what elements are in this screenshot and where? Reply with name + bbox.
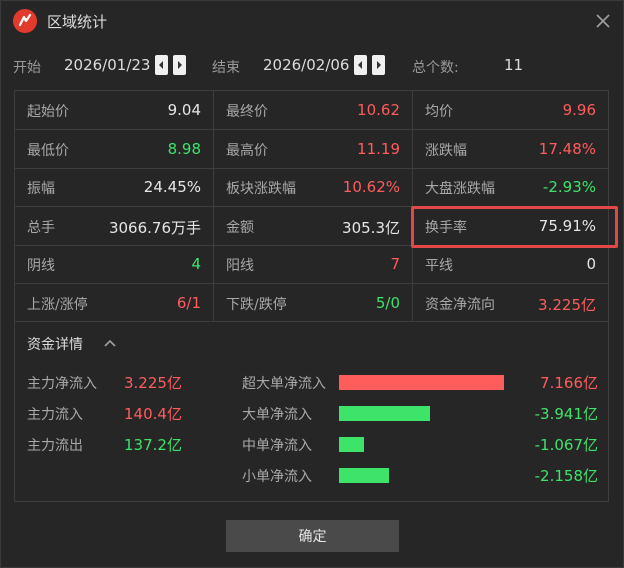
caret-right-icon bbox=[178, 61, 182, 69]
caret-left-icon bbox=[159, 61, 163, 69]
count-label: 总个数: bbox=[412, 60, 459, 76]
stat-cell: 最高价 11.19 bbox=[214, 130, 413, 169]
stat-label: 振幅 bbox=[27, 181, 55, 197]
fund-label: 主力净流入 bbox=[27, 376, 97, 392]
start-label: 开始 bbox=[13, 60, 41, 76]
flow-value: -3.941亿 bbox=[534, 405, 598, 423]
stat-cell: 大盘涨跌幅 -2.93% bbox=[413, 168, 608, 207]
stat-cell: 平线 0 bbox=[413, 245, 608, 284]
stat-label: 最终价 bbox=[226, 104, 268, 120]
stat-value: 24.45% bbox=[143, 178, 201, 196]
stats-panel: 起始价 9.04 最终价 10.62 均价 9.96 最低价 8.98 最高价 11.19 涨跌幅 1… bbox=[14, 90, 618, 502]
stat-value: 9.04 bbox=[167, 101, 201, 119]
stat-value: 75.91% bbox=[538, 217, 596, 235]
start-next-button[interactable] bbox=[173, 55, 186, 75]
stat-label: 大盘涨跌幅 bbox=[425, 181, 495, 197]
fund-label: 主力流入 bbox=[27, 407, 83, 423]
stat-cell: 阴线 4 bbox=[15, 245, 214, 284]
stat-cell: 阳线 7 bbox=[214, 245, 413, 284]
stat-label: 平线 bbox=[425, 258, 453, 274]
stat-value: 4 bbox=[191, 255, 201, 273]
stat-label: 阴线 bbox=[27, 258, 55, 274]
flow-value: 7.166亿 bbox=[540, 374, 598, 392]
stat-label: 下跌/跌停 bbox=[226, 297, 287, 313]
flow-label: 中单净流入 bbox=[242, 438, 312, 454]
stat-label: 均价 bbox=[425, 104, 453, 120]
app-logo-icon bbox=[13, 9, 37, 33]
start-date: 2026/01/23 bbox=[64, 56, 151, 74]
stat-value: -2.93% bbox=[542, 178, 596, 196]
flow-value: -2.158亿 bbox=[534, 467, 598, 485]
stat-cell: 总手 3066.76万手 bbox=[15, 207, 214, 246]
stat-cell: 上涨/涨停 6/1 bbox=[15, 284, 214, 322]
stat-value: 8.98 bbox=[167, 140, 201, 158]
flow-label: 超大单净流入 bbox=[242, 376, 326, 392]
stat-cell: 起始价 9.04 bbox=[15, 91, 214, 130]
stat-label: 总手 bbox=[27, 220, 55, 236]
flow-value: -1.067亿 bbox=[534, 436, 598, 454]
region-stats-dialog: 区域统计 开始 2026/01/23 结束 2026/02/06 总个数: 11… bbox=[0, 0, 624, 568]
caret-right-icon bbox=[377, 61, 381, 69]
fund-value: 140.4亿 bbox=[124, 405, 182, 423]
stat-value: 10.62% bbox=[342, 178, 400, 196]
flow-bar bbox=[339, 468, 389, 483]
fund-value: 137.2亿 bbox=[124, 436, 182, 454]
stat-cell: 换手率 75.91% bbox=[413, 207, 608, 246]
stat-cell: 资金净流向 3.225亿 bbox=[413, 284, 608, 322]
stat-cell: 振幅 24.45% bbox=[15, 168, 214, 207]
stat-value: 10.62 bbox=[357, 101, 400, 119]
stat-value: 9.96 bbox=[562, 101, 596, 119]
flow-bar bbox=[339, 375, 504, 390]
range-bar: 开始 2026/01/23 结束 2026/02/06 总个数: 11 bbox=[1, 41, 623, 89]
flow-label: 小单净流入 bbox=[242, 469, 312, 485]
close-icon[interactable] bbox=[593, 11, 613, 31]
confirm-button[interactable]: 确定 bbox=[226, 520, 399, 552]
stat-label: 换手率 bbox=[425, 220, 467, 236]
chevron-up-icon[interactable] bbox=[103, 336, 117, 350]
stat-value: 305.3亿 bbox=[342, 219, 400, 237]
stat-value: 17.48% bbox=[538, 140, 596, 158]
stat-cell: 涨跌幅 17.48% bbox=[413, 130, 608, 169]
stat-label: 起始价 bbox=[27, 104, 69, 120]
stats-grid: 起始价 9.04 最终价 10.62 均价 9.96 最低价 8.98 最高价 11.19 涨跌幅 1… bbox=[15, 91, 608, 322]
flow-label: 大单净流入 bbox=[242, 407, 312, 423]
stat-value: 5/0 bbox=[375, 294, 400, 312]
stat-value: 3066.76万手 bbox=[108, 219, 201, 237]
flow-bar bbox=[339, 406, 430, 421]
stat-label: 涨跌幅 bbox=[425, 143, 467, 159]
stat-label: 金额 bbox=[226, 220, 254, 236]
end-prev-button[interactable] bbox=[354, 55, 367, 75]
stat-label: 最高价 bbox=[226, 143, 268, 159]
stat-label: 板块涨跌幅 bbox=[226, 181, 296, 197]
stat-value: 3.225亿 bbox=[538, 296, 596, 314]
stat-value: 11.19 bbox=[357, 140, 400, 158]
start-prev-button[interactable] bbox=[155, 55, 168, 75]
stat-label: 最低价 bbox=[27, 143, 69, 159]
stat-label: 上涨/涨停 bbox=[27, 297, 88, 313]
stat-label: 阳线 bbox=[226, 258, 254, 274]
stat-value: 0 bbox=[586, 255, 596, 273]
stat-cell: 金额 305.3亿 bbox=[214, 207, 413, 246]
window-title: 区域统计 bbox=[47, 13, 108, 31]
stat-cell: 均价 9.96 bbox=[413, 91, 608, 130]
end-date: 2026/02/06 bbox=[263, 56, 350, 74]
caret-left-icon bbox=[358, 61, 362, 69]
end-label: 结束 bbox=[212, 60, 240, 76]
stat-label: 资金净流向 bbox=[425, 297, 495, 313]
stat-cell: 下跌/跌停 5/0 bbox=[214, 284, 413, 322]
count-value: 11 bbox=[504, 56, 524, 74]
stat-cell: 最低价 8.98 bbox=[15, 130, 214, 169]
stat-cell: 最终价 10.62 bbox=[214, 91, 413, 130]
stat-value: 7 bbox=[390, 255, 400, 273]
end-next-button[interactable] bbox=[372, 55, 385, 75]
flow-bar bbox=[339, 437, 364, 452]
funds-detail-title: 资金详情 bbox=[27, 337, 83, 353]
stat-cell: 板块涨跌幅 10.62% bbox=[214, 168, 413, 207]
fund-value: 3.225亿 bbox=[124, 374, 182, 392]
stat-value: 6/1 bbox=[176, 294, 201, 312]
fund-label: 主力流出 bbox=[27, 438, 83, 454]
title-bar: 区域统计 bbox=[1, 1, 623, 41]
